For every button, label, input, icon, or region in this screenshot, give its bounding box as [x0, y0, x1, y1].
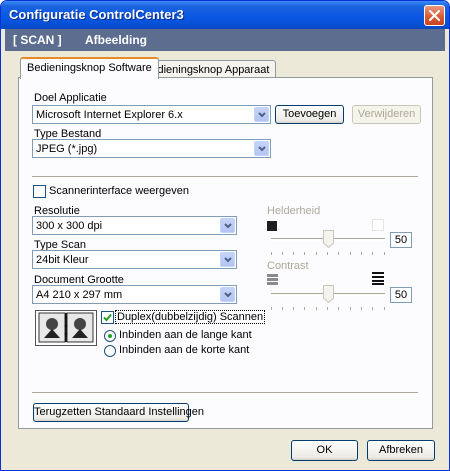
verwijderen-button[interactable]: Verwijderen	[352, 105, 421, 124]
document-grootte-value: A4 210 x 297 mm	[36, 289, 123, 301]
helderheid-ticks	[271, 246, 385, 255]
dark-square-icon	[267, 221, 277, 231]
type-scan-select[interactable]: 24bit Kleur	[32, 250, 237, 269]
radio-selected-dot	[108, 334, 112, 338]
resolutie-select[interactable]: 300 x 300 dpi	[32, 216, 237, 235]
scan-label: [ SCAN ]	[13, 33, 62, 47]
helderheid-value-box: 50	[390, 232, 412, 248]
contrast-label: Contrast	[267, 260, 309, 272]
dialog-window: Configuratie ControlCenter3 [ SCAN ] Afb…	[0, 0, 450, 471]
doel-applicatie-value: Microsoft Internet Explorer 6.x	[36, 109, 183, 121]
window-title: Configuratie ControlCenter3	[9, 7, 184, 22]
dropdown-arrow-button[interactable]	[220, 252, 235, 267]
duplex-checkbox[interactable]	[101, 311, 114, 324]
chevron-down-icon	[224, 223, 232, 229]
checkmark-icon	[103, 313, 112, 322]
close-icon	[429, 10, 440, 21]
contrast-value-box: 50	[390, 287, 412, 303]
light-square-icon	[372, 219, 384, 231]
section-header: [ SCAN ] Afbeelding	[5, 29, 445, 51]
document-grootte-select[interactable]: A4 210 x 297 mm	[32, 285, 237, 304]
chevron-down-icon	[258, 112, 266, 118]
lange-kant-label: Inbinden aan de lange kant	[119, 329, 252, 341]
reset-defaults-button[interactable]: Terugzetten Standaard Instellingen	[33, 403, 204, 422]
contrast-ticks	[271, 301, 385, 310]
dropdown-arrow-button[interactable]	[220, 287, 235, 302]
doel-applicatie-select[interactable]: Microsoft Internet Explorer 6.x	[32, 105, 271, 124]
chevron-down-icon	[224, 292, 232, 298]
type-bestand-value: JPEG (*.jpg)	[36, 143, 98, 155]
dropdown-arrow-button[interactable]	[254, 107, 269, 122]
duplex-book-icon	[35, 310, 97, 346]
afbreken-button[interactable]: Afbreken	[367, 440, 435, 461]
dropdown-arrow-button[interactable]	[254, 141, 269, 156]
section-title: Afbeelding	[85, 33, 147, 47]
type-scan-value: 24bit Kleur	[36, 254, 89, 266]
close-button[interactable]	[424, 5, 445, 26]
duplex-label: Duplex(dubbelzijdig) Scannen	[115, 310, 266, 324]
title-bar[interactable]: Configuratie ControlCenter3	[1, 1, 449, 29]
lange-kant-radio[interactable]	[104, 330, 116, 342]
chevron-down-icon	[224, 257, 232, 263]
korte-kant-label: Inbinden aan de korte kant	[119, 344, 250, 356]
toevoegen-button[interactable]: Toevoegen	[275, 105, 344, 124]
scannerinterface-checkbox[interactable]	[33, 185, 46, 198]
chevron-down-icon	[258, 146, 266, 152]
helderheid-label: Helderheid	[267, 205, 321, 217]
high-contrast-icon	[372, 272, 384, 285]
dropdown-arrow-button[interactable]	[220, 218, 235, 233]
divider	[32, 392, 418, 394]
resolutie-value: 300 x 300 dpi	[36, 220, 103, 232]
type-bestand-select[interactable]: JPEG (*.jpg)	[32, 139, 271, 158]
low-contrast-icon	[267, 274, 278, 285]
divider	[32, 176, 418, 178]
korte-kant-radio[interactable]	[104, 345, 116, 357]
doel-applicatie-label: Doel Applicatie	[34, 92, 107, 104]
tab-bedieningsknop-software[interactable]: Bedieningsknop Software	[20, 57, 159, 79]
scannerinterface-label: Scannerinterface weergeven	[49, 185, 190, 197]
ok-button[interactable]: OK	[291, 440, 358, 461]
